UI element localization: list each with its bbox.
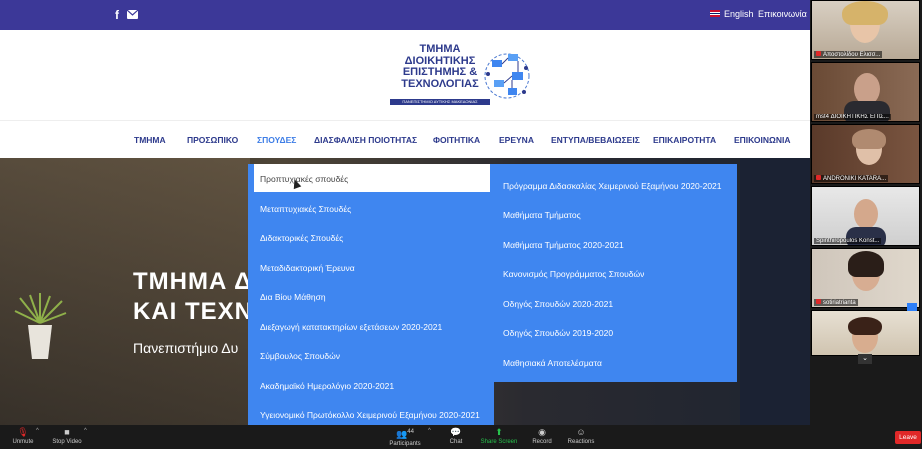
hero-subtitle: Πανεπιστήμιο Δυ: [133, 340, 239, 356]
muted-mic-icon: 🎙: [17, 427, 29, 437]
dropdown-item-postgraduate[interactable]: Μεταπτυχιακές Σπουδές: [260, 204, 351, 214]
mail-icon[interactable]: [126, 8, 139, 22]
submenu-item-guide-2020[interactable]: Οδηγός Σπουδών 2020-2021: [503, 299, 613, 309]
video-tile[interactable]: [811, 310, 920, 356]
video-tile[interactable]: mst4 ΔΙΟΙΚΗΤΙΚΗΣ ΕΠΙΣ...: [811, 62, 920, 122]
site-header: ΤΜΗΜΑ ΔΙΟΙΚΗΤΙΚΗΣ ΕΠΙΣΤΗΜΗΣ & ΤΕΧΝΟΛΟΓΙΑ…: [0, 30, 810, 120]
video-tile[interactable]: Spinthiropoulos Konst...: [811, 186, 920, 246]
submenu-item-courses[interactable]: Μαθήματα Τμήματος: [503, 210, 581, 220]
participant-name: sotiriatrianta: [814, 299, 858, 306]
participants-button[interactable]: 👥44 Participants: [382, 427, 428, 448]
unmute-button[interactable]: 🎙 Unmute: [0, 427, 46, 446]
contact-link[interactable]: Επικοινωνία: [758, 9, 807, 19]
share-screen-button[interactable]: ⬆ Share Screen: [476, 427, 522, 446]
participant-hair: [852, 129, 886, 149]
chevron-down-icon[interactable]: ⌄: [858, 354, 872, 364]
nav-item-erevna[interactable]: ΕΡΕΥΝΑ: [499, 135, 534, 145]
chevron-up-icon[interactable]: ^: [84, 428, 87, 434]
dropdown-item-advisor[interactable]: Σύμβουλος Σπουδών: [260, 351, 340, 361]
website-viewport: f English Επικοινωνία ΤΜΗΜΑ ΔΙΟΙΚΗΤΙΚΗΣ …: [0, 0, 810, 425]
participant-avatar: [854, 199, 878, 229]
video-tile[interactable]: ANDRONIKI KATARA...: [811, 124, 920, 184]
dropdown-item-postdoc[interactable]: Μεταδιδακτορική Έρευνα: [260, 263, 355, 273]
submenu-item-learning-outcomes[interactable]: Μαθησιακά Αποτελέσματα: [503, 358, 602, 368]
nav-item-entypa[interactable]: ΕΝΤΥΠΑ/ΒΕΒΑΙΩΣΕΙΣ: [551, 135, 640, 145]
logo-wordmark: ΤΜΗΜΑ ΔΙΟΙΚΗΤΙΚΗΣ ΕΠΙΣΤΗΜΗΣ & ΤΕΧΝΟΛΟΓΙΑ…: [401, 43, 479, 90]
chevron-up-icon[interactable]: ^: [428, 428, 431, 434]
meeting-toolbar: 🎙 Unmute ^ ■ Stop Video ^ 👥44 Participan…: [0, 425, 922, 449]
dropdown-item-undergraduate[interactable]: Προπτυχιακές σπουδές: [254, 164, 490, 192]
dropdown-item-lifelong[interactable]: Δια Βίου Μάθηση: [260, 292, 326, 302]
participant-name: Spinthiropoulos Konst...: [814, 238, 882, 244]
participant-hair: [848, 251, 884, 277]
hero-title-line1: ΤΜΗΜΑ Δ: [133, 268, 253, 295]
main-navigation: ΤΜΗΜΑ ΠΡΟΣΩΠΙΚΟ ΣΠΟΥΔΕΣ ΔΙΑΣΦΑΛΙΣΗ ΠΟΙΟΤ…: [0, 120, 810, 158]
submenu-item-courses-2020[interactable]: Μαθήματα Τμήματος 2020-2021: [503, 240, 624, 250]
nav-item-tmima[interactable]: ΤΜΗΜΑ: [134, 135, 166, 145]
leave-button[interactable]: Leave: [895, 431, 921, 444]
participants-icon: 👥44: [396, 429, 414, 439]
muted-mic-icon: [816, 299, 821, 304]
reactions-button[interactable]: ☺ Reactions: [558, 427, 604, 446]
share-screen-icon: ⬆: [495, 427, 503, 437]
nav-item-diasfalisi[interactable]: ΔΙΑΣΦΑΛΙΣΗ ΠΟΙΟΤΗΤΑΣ: [314, 135, 417, 145]
participant-hair: [848, 317, 882, 335]
language-label: English: [724, 9, 754, 19]
participant-video-panel: Αποστολίδου Ελισσ... mst4 ΔΙΟΙΚΗΤΙΚΗΣ ΕΠ…: [810, 0, 922, 425]
submenu-item-guide-2019[interactable]: Οδηγός Σπουδών 2019-2020: [503, 328, 613, 338]
participant-hair: [842, 1, 888, 25]
chat-button[interactable]: 💬 Chat: [433, 427, 479, 446]
dropdown-item-health-protocol[interactable]: Υγειονομικό Πρωτόκολλο Χειμερινού Εξαμήν…: [260, 410, 480, 420]
network-icon: [484, 53, 530, 99]
video-tile[interactable]: Αποστολίδου Ελισσ...: [811, 0, 920, 60]
nav-item-prosopiko[interactable]: ΠΡΟΣΩΠΙΚΟ: [187, 135, 238, 145]
nav-item-epikairotita[interactable]: ΕΠΙΚΑΙΡΟΤΗΤΑ: [653, 135, 716, 145]
participant-name: Αποστολίδου Ελισσ...: [814, 51, 883, 58]
participant-name: ANDRONIKI KATARA...: [814, 175, 889, 182]
chat-icon: 💬: [450, 427, 462, 437]
studies-submenu: Πρόγραμμα Διδασκαλίας Χειμερινού Εξαμήνο…: [491, 164, 737, 382]
screen: f English Επικοινωνία ΤΜΗΜΑ ΔΙΟΙΚΗΤΙΚΗΣ …: [0, 0, 922, 449]
site-topbar: f English Επικοινωνία: [0, 0, 810, 30]
nav-item-epikoinonia[interactable]: ΕΠΙΚΟΙΝΩΝΙΑ: [734, 135, 790, 145]
participant-name: mst4 ΔΙΟΙΚΗΤΙΚΗΣ ΕΠΙΣ...: [814, 114, 891, 120]
muted-mic-icon: [816, 51, 821, 56]
dropdown-item-placement-exams[interactable]: Διεξαγωγή κατατακτηρίων εξετάσεων 2020-2…: [260, 322, 442, 332]
video-tile[interactable]: sotiriatrianta: [811, 248, 920, 308]
plant-image: [14, 293, 67, 359]
facebook-icon[interactable]: f: [115, 8, 119, 22]
submenu-item-regulation[interactable]: Κανονισμός Προγράμματος Σπουδών: [503, 269, 644, 279]
nav-item-foititika[interactable]: ΦΟΙΤΗΤΙΚΑ: [433, 135, 480, 145]
submenu-item-winter-schedule[interactable]: Πρόγραμμα Διδασκαλίας Χειμερινού Εξαμήνο…: [503, 181, 722, 191]
uk-flag-icon: [710, 10, 720, 17]
active-speaker-icon: [907, 303, 917, 311]
reactions-icon: ☺: [576, 427, 586, 437]
muted-mic-icon: [816, 175, 821, 180]
department-logo[interactable]: ΤΜΗΜΑ ΔΙΟΙΚΗΤΙΚΗΣ ΕΠΙΣΤΗΜΗΣ & ΤΕΧΝΟΛΟΓΙΑ…: [390, 43, 535, 108]
studies-dropdown-menu: Προπτυχιακές σπουδές Μεταπτυχιακές Σπουδ…: [248, 164, 494, 425]
hero-title-line2: ΚΑΙ ΤΕΧΝ: [133, 298, 254, 325]
logo-subtitle: ΠΑΝΕΠΙΣΤΗΜΙΟ ΔΥΤΙΚΗΣ ΜΑΚΕΔΟΝΙΑΣ: [390, 99, 490, 105]
chevron-up-icon[interactable]: ^: [36, 428, 39, 434]
language-link[interactable]: English: [710, 9, 754, 19]
dropdown-item-calendar[interactable]: Ακαδημαϊκό Ημερολόγιο 2020-2021: [260, 381, 394, 391]
hero-right-image: [740, 158, 810, 425]
nav-item-spoudes[interactable]: ΣΠΟΥΔΕΣ: [257, 135, 296, 145]
dropdown-item-doctoral[interactable]: Διδακτορικές Σπουδές: [260, 233, 343, 243]
